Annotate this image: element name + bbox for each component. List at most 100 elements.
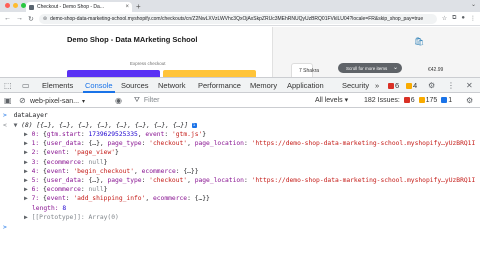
tab-console[interactable]: Console — [83, 81, 115, 93]
expand-triangle-icon[interactable]: ▶ — [0, 131, 28, 138]
item-index: 5: — [31, 177, 40, 184]
profile-icon[interactable]: ● — [461, 15, 465, 22]
expand-triangle-icon[interactable]: ▶ — [0, 140, 28, 147]
array-item[interactable]: ▶ 0: {gtm.start: 1739629525335, event: '… — [0, 130, 480, 139]
back-icon[interactable]: ← — [4, 15, 11, 22]
browser-tab[interactable]: Checkout - Demo Shop - Da... × — [26, 2, 132, 12]
array-item[interactable]: ▶ 6: {ecommerce: null} — [0, 185, 480, 194]
close-window-icon[interactable] — [5, 3, 10, 8]
bookmark-star-icon[interactable]: ☆ — [442, 15, 447, 22]
close-tab-icon[interactable]: × — [125, 4, 129, 10]
filter-input[interactable]: ⛛ Filter — [134, 95, 304, 106]
issues-info-icon — [441, 96, 448, 103]
errors-badge[interactable]: 6 — [388, 81, 399, 90]
expand-triangle-icon[interactable]: ▶ — [0, 168, 28, 175]
length-value: 8 — [62, 204, 67, 212]
tab-sources[interactable]: Sources — [121, 81, 149, 90]
scroll-more-label: Scroll for more items — [346, 65, 388, 71]
site-info-icon[interactable]: ⊜ — [43, 16, 47, 22]
reload-icon[interactable]: ↻ — [28, 15, 34, 23]
item-body: {event: 'begin_checkout', ecommerce: {…}… — [42, 167, 199, 175]
context-select[interactable]: web-pixel-san... ▾ — [30, 96, 110, 106]
url-text: demo-shop-data-marketing-school.myshopif… — [50, 15, 424, 22]
product-name: 7 Shakra — [299, 68, 320, 74]
shop-pay-button[interactable] — [67, 70, 160, 77]
tab-elements[interactable]: Elements — [42, 81, 73, 90]
more-options-icon[interactable]: ⋮ — [447, 81, 455, 90]
sidebar-toggle-icon[interactable]: ▣ — [4, 96, 12, 105]
array-item[interactable]: ▶ 4: {event: 'begin_checkout', ecommerce… — [0, 167, 480, 176]
console-settings-icon[interactable]: ⚙ — [466, 96, 473, 105]
item-body: {user_data: {…}, page_type: 'checkout', … — [42, 177, 476, 184]
checkout-main: Demo Shop - Data MArketing School Expres… — [0, 27, 272, 77]
expand-triangle-icon[interactable]: ▶ — [0, 177, 28, 184]
warnings-count: 4 — [413, 81, 418, 90]
filter-placeholder: Filter — [143, 97, 160, 104]
array-item[interactable]: ▶ 1: {user_data: {…}, page_type: 'checko… — [0, 139, 480, 148]
tab-application[interactable]: Application — [287, 81, 324, 90]
error-icon — [388, 82, 394, 89]
prompt-icon: > — [3, 112, 7, 119]
prompt-icon: > — [3, 224, 7, 231]
console-prompt-line[interactable]: > — [0, 223, 480, 232]
close-devtools-icon[interactable]: ✕ — [466, 81, 473, 90]
console-output: > dataLayer < ▼ (8) [{…}, {…}, {…}, {…},… — [0, 108, 480, 280]
forward-icon[interactable]: → — [16, 15, 23, 22]
extensions-icon[interactable]: ⧉ — [452, 15, 456, 22]
paypal-button[interactable] — [163, 70, 256, 77]
expand-triangle-icon[interactable]: ▶ — [0, 159, 28, 166]
array-item[interactable]: ▶ 7: {event: 'add_shipping_info', ecomme… — [0, 194, 480, 203]
tab-memory[interactable]: Memory — [250, 81, 277, 90]
console-result-header[interactable]: < ▼ (8) [{…}, {…}, {…}, {…}, {…}, {…}, {… — [0, 121, 480, 130]
settings-gear-icon[interactable]: ⚙ — [428, 81, 435, 90]
item-body: {user_data: {…}, page_type: 'checkout', … — [42, 140, 476, 148]
tab-performance[interactable]: Performance — [198, 81, 241, 90]
console-toolbar: ▣ ⊘ web-pixel-san... ▾ ◉ ⛛ Filter All le… — [0, 93, 480, 108]
expand-triangle-icon[interactable]: ▶ — [0, 195, 28, 202]
cart-icon[interactable]: 🛍 — [414, 37, 424, 46]
array-item[interactable]: ▶ 5: {user_data: {…}, page_type: 'checko… — [0, 176, 480, 185]
info-badge-icon: i — [191, 122, 197, 128]
live-expression-eye-icon[interactable]: ◉ — [115, 96, 122, 105]
shop-title[interactable]: Demo Shop - Data MArketing School — [67, 35, 197, 44]
arrow-down-icon: ⌄ — [392, 65, 398, 71]
errors-count: 6 — [395, 81, 400, 90]
item-body: {event: 'add_shipping_info', ecommerce: … — [42, 195, 210, 203]
inspect-element-icon[interactable]: ⬚ — [4, 81, 12, 90]
more-tabs-icon[interactable]: » — [375, 81, 379, 90]
scroll-more-tooltip[interactable]: Scroll for more items ⌄ — [338, 63, 402, 73]
browser-tab-strip: Checkout - Demo Shop - Da... × + ⌄ — [0, 0, 480, 12]
issues-warnings-count: 175 — [425, 97, 438, 104]
issues-errors-count: 6 — [410, 97, 415, 104]
console-input-text: dataLayer — [13, 112, 48, 119]
issues-button[interactable]: 182 Issues: 6 175 1 — [364, 96, 452, 105]
result-arrow-icon: < — [3, 121, 7, 129]
new-tab-icon[interactable]: + — [136, 2, 141, 11]
clear-console-icon[interactable]: ⊘ — [19, 96, 26, 105]
console-input-line: > dataLayer — [0, 111, 480, 120]
expand-triangle-icon[interactable]: ▼ — [11, 122, 18, 129]
array-length: length: 8 — [0, 204, 480, 213]
filter-icon: ⛛ — [134, 96, 140, 104]
array-summary: (8) [{…}, {…}, {…}, {…}, {…}, {…}, {…}, … — [21, 121, 188, 129]
item-index: 1: — [31, 140, 40, 148]
minimize-window-icon[interactable] — [13, 3, 18, 8]
expand-triangle-icon[interactable]: ▶ — [0, 186, 28, 193]
address-bar-row: ← → ↻ ⊜ demo-shop-data-marketing-school.… — [0, 12, 480, 26]
array-prototype[interactable]: ▶ [[Prototype]]: Array(0) — [0, 213, 480, 222]
menu-icon[interactable]: ⋮ — [470, 15, 476, 22]
expand-triangle-icon[interactable]: ▶ — [0, 149, 28, 156]
item-index: 3: — [31, 158, 40, 166]
array-item[interactable]: ▶ 2: {event: 'page_view'} — [0, 148, 480, 157]
tab-network[interactable]: Network — [158, 81, 186, 90]
item-body: {gtm.start: 1739629525335, event: 'gtm.j… — [42, 131, 207, 138]
tab-security[interactable]: Security — [342, 81, 369, 90]
device-toolbar-icon[interactable]: ▭ — [22, 81, 30, 90]
warnings-badge[interactable]: 4 — [406, 81, 417, 90]
expand-triangle-icon[interactable]: ▶ — [0, 214, 28, 221]
log-levels-dropdown[interactable]: All levels ▾ — [315, 96, 348, 105]
tab-search-icon[interactable]: ⌄ — [471, 1, 476, 8]
context-label: web-pixel-san... — [30, 97, 80, 105]
array-item[interactable]: ▶ 3: {ecommerce: null} — [0, 158, 480, 167]
url-bar[interactable]: ⊜ demo-shop-data-marketing-school.myshop… — [38, 13, 437, 24]
